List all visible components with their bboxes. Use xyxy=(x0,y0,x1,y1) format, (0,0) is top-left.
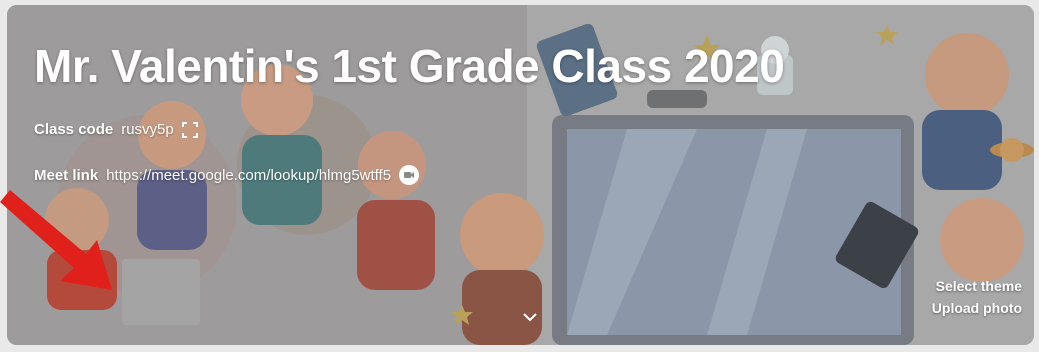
fullscreen-icon[interactable] xyxy=(181,121,198,138)
chevron-down-icon[interactable] xyxy=(519,307,541,329)
annotation-arrow xyxy=(0,190,112,290)
theme-links: Select theme Upload photo xyxy=(932,275,1022,319)
upload-photo-link[interactable]: Upload photo xyxy=(932,297,1022,319)
select-theme-link[interactable]: Select theme xyxy=(932,275,1022,297)
class-banner: Mr. Valentin's 1st Grade Class 2020 Clas… xyxy=(7,5,1034,345)
video-camera-icon[interactable] xyxy=(399,165,420,185)
